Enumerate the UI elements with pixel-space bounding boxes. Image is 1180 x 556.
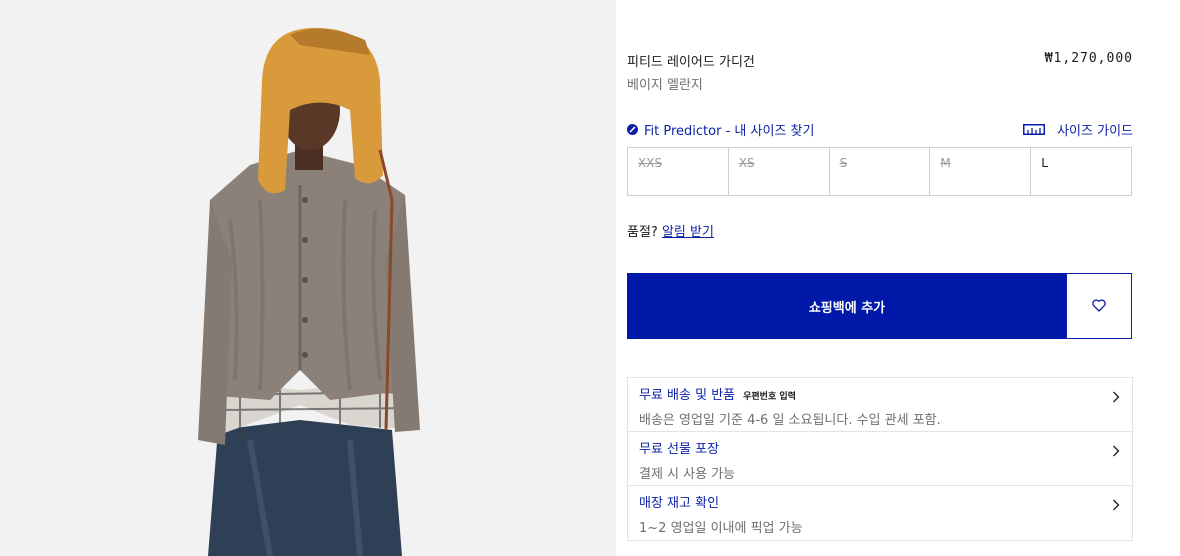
size-option-s[interactable]: S: [830, 148, 931, 195]
size-option-xs[interactable]: XS: [729, 148, 830, 195]
product-name: 피티드 레이어드 가디건: [627, 55, 755, 70]
ruler-icon: [1023, 124, 1046, 135]
add-to-bag-button[interactable]: 쇼핑백에 추가: [627, 273, 1067, 339]
soldout-text: 품절?: [627, 225, 658, 240]
size-guide-label: 사이즈 가이드: [1057, 124, 1133, 139]
service-title: 무료 배송 및 반품: [639, 388, 736, 403]
product-price: ₩1,270,000: [1044, 51, 1133, 66]
service-list: 무료 배송 및 반품 우편번호 입력 배송은 영업일 기준 4-6 일 소요됩니…: [627, 377, 1133, 541]
chevron-right-icon: [1112, 496, 1120, 515]
service-title: 매장 재고 확인: [639, 496, 720, 511]
chevron-right-icon: [1112, 388, 1120, 407]
fit-predictor-link[interactable]: Fit Predictor - 내 사이즈 찾기: [627, 120, 814, 139]
product-color: 베이지 멜란지: [627, 78, 703, 93]
postcode-tag[interactable]: 우편번호 입력: [743, 389, 796, 402]
service-subtitle: 결제 시 사용 가능: [639, 467, 736, 482]
size-option-xxs[interactable]: XXS: [628, 148, 729, 195]
model-photo: [198, 27, 420, 556]
product-page: 피티드 레이어드 가디건 베이지 멜란지 ₩1,270,000 Fit Pred…: [0, 0, 1180, 556]
service-store-stock[interactable]: 매장 재고 확인 1~2 영업일 이내에 픽업 가능: [628, 486, 1132, 540]
wishlist-button[interactable]: [1066, 273, 1132, 339]
size-option-m[interactable]: M: [930, 148, 1032, 195]
fit-predictor-icon: [627, 124, 638, 135]
service-subtitle: 1~2 영업일 이내에 픽업 가능: [639, 521, 803, 536]
heart-icon: [1092, 297, 1106, 316]
product-info: 피티드 레이어드 가디건 베이지 멜란지 ₩1,270,000 Fit Pred…: [616, 0, 1180, 556]
service-subtitle: 배송은 영업일 기준 4-6 일 소요됩니다. 수입 관세 포함.: [639, 413, 941, 428]
service-title: 무료 선물 포장: [639, 442, 720, 457]
service-gift-wrap[interactable]: 무료 선물 포장 결제 시 사용 가능: [628, 432, 1132, 486]
size-option-l[interactable]: L: [1031, 148, 1131, 195]
chevron-right-icon: [1112, 442, 1120, 461]
fit-predictor-label: Fit Predictor - 내 사이즈 찾기: [644, 124, 815, 139]
size-guide-link[interactable]: 사이즈 가이드: [1023, 120, 1133, 139]
size-selector: XXS XS S M L: [627, 147, 1132, 196]
notify-me-link[interactable]: 알림 받기: [662, 225, 714, 240]
soldout-notice: 품절? 알림 받기: [627, 221, 714, 240]
service-free-shipping[interactable]: 무료 배송 및 반품 우편번호 입력 배송은 영업일 기준 4-6 일 소요됩니…: [628, 378, 1132, 432]
product-image[interactable]: [0, 0, 616, 556]
